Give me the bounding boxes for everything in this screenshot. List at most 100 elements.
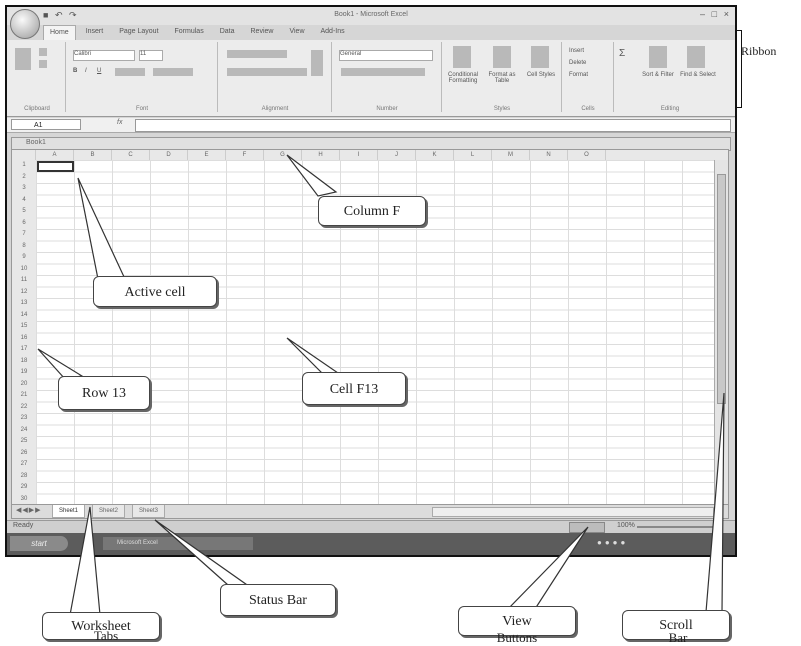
column-header[interactable]: E <box>188 150 226 160</box>
office-button[interactable] <box>10 9 40 39</box>
row-header[interactable]: 3 <box>12 183 36 195</box>
number-format-select[interactable]: General <box>339 50 433 61</box>
column-header[interactable]: L <box>454 150 492 160</box>
underline-icon[interactable]: U <box>97 68 101 74</box>
column-header[interactable]: J <box>378 150 416 160</box>
cut-icon[interactable] <box>39 48 47 56</box>
row-header[interactable]: 6 <box>12 218 36 230</box>
row-header[interactable]: 2 <box>12 172 36 184</box>
sheet-tab-2[interactable]: Sheet2 <box>92 505 126 518</box>
row-header[interactable]: 7 <box>12 229 36 241</box>
insert-cells-button[interactable]: Insert <box>569 48 584 54</box>
row-header[interactable]: 27 <box>12 459 36 471</box>
taskbar-item-excel[interactable]: Microsoft Excel <box>103 537 253 550</box>
row-header[interactable]: 14 <box>12 310 36 322</box>
tab-view[interactable]: View <box>283 25 310 41</box>
minimize-icon[interactable]: – <box>700 9 705 19</box>
italic-icon[interactable]: I <box>85 68 87 74</box>
font-name-select[interactable]: Calibri <box>73 50 135 61</box>
column-header[interactable]: M <box>492 150 530 160</box>
row-header[interactable]: 8 <box>12 241 36 253</box>
row-header[interactable]: 20 <box>12 379 36 391</box>
row-header[interactable]: 1 <box>12 160 36 172</box>
column-header[interactable]: C <box>112 150 150 160</box>
row-header[interactable]: 17 <box>12 344 36 356</box>
paste-icon[interactable] <box>15 48 31 70</box>
column-header[interactable]: D <box>150 150 188 160</box>
start-button[interactable]: start <box>10 536 68 551</box>
autosum-icon[interactable]: Σ <box>619 48 625 59</box>
number-format-icons[interactable] <box>341 68 425 76</box>
align-center-icon[interactable] <box>227 68 307 76</box>
wrap-text-icon[interactable] <box>311 50 323 76</box>
font-color-icon[interactable] <box>153 68 193 76</box>
formula-input[interactable] <box>135 119 731 132</box>
vertical-scrollbar[interactable] <box>714 160 728 505</box>
row-header[interactable]: 26 <box>12 448 36 460</box>
tab-page-layout[interactable]: Page Layout <box>113 25 164 41</box>
view-buttons[interactable] <box>569 522 605 533</box>
row-header[interactable]: 22 <box>12 402 36 414</box>
column-header[interactable]: B <box>74 150 112 160</box>
row-header[interactable]: 15 <box>12 321 36 333</box>
cell-styles-button[interactable]: Cell Styles <box>523 72 559 78</box>
zoom-slider[interactable] <box>637 526 717 528</box>
row-header[interactable]: 28 <box>12 471 36 483</box>
row-header[interactable]: 29 <box>12 482 36 494</box>
maximize-icon[interactable]: □ <box>712 9 717 19</box>
delete-cells-button[interactable]: Delete <box>569 60 586 66</box>
find-select-button[interactable]: Find & Select <box>679 72 717 78</box>
font-size-select[interactable]: 11 <box>139 50 163 61</box>
vertical-scroll-thumb[interactable] <box>717 174 726 404</box>
sheet-nav-arrows-icon[interactable]: ◀◀▶▶ <box>16 506 42 514</box>
row-header[interactable]: 16 <box>12 333 36 345</box>
row-header[interactable]: 23 <box>12 413 36 425</box>
column-header[interactable]: A <box>36 150 74 160</box>
name-box[interactable]: A1 <box>11 119 81 130</box>
column-header[interactable]: I <box>340 150 378 160</box>
column-header[interactable]: K <box>416 150 454 160</box>
column-header[interactable]: G <box>264 150 302 160</box>
conditional-formatting-icon[interactable] <box>453 46 471 68</box>
format-as-table-icon[interactable] <box>493 46 511 68</box>
tab-data[interactable]: Data <box>214 25 241 41</box>
format-cells-button[interactable]: Format <box>569 72 588 78</box>
row-header[interactable]: 9 <box>12 252 36 264</box>
select-all-corner[interactable] <box>12 150 36 160</box>
close-icon[interactable]: × <box>724 9 729 19</box>
row-header[interactable]: 19 <box>12 367 36 379</box>
row-header[interactable]: 10 <box>12 264 36 276</box>
row-header[interactable]: 13 <box>12 298 36 310</box>
bold-icon[interactable]: B <box>73 68 77 74</box>
tab-review[interactable]: Review <box>245 25 280 41</box>
copy-icon[interactable] <box>39 60 47 68</box>
align-top-icon[interactable] <box>227 50 287 58</box>
row-header[interactable]: 5 <box>12 206 36 218</box>
column-header[interactable]: F <box>226 150 264 160</box>
row-header[interactable]: 18 <box>12 356 36 368</box>
conditional-formatting-button[interactable]: Conditional Formatting <box>445 72 481 84</box>
row-header[interactable]: 12 <box>12 287 36 299</box>
column-header[interactable]: O <box>568 150 606 160</box>
tab-home[interactable]: Home <box>43 25 76 41</box>
row-header[interactable]: 4 <box>12 195 36 207</box>
tab-add-ins[interactable]: Add-Ins <box>315 25 351 41</box>
row-header[interactable]: 11 <box>12 275 36 287</box>
sort-filter-button[interactable]: Sort & Filter <box>639 72 677 78</box>
column-header[interactable]: N <box>530 150 568 160</box>
find-select-icon[interactable] <box>687 46 705 68</box>
row-header[interactable]: 25 <box>12 436 36 448</box>
sheet-tab-1[interactable]: Sheet1 <box>52 505 86 518</box>
borders-icon[interactable] <box>115 68 145 76</box>
sort-filter-icon[interactable] <box>649 46 667 68</box>
format-as-table-button[interactable]: Format as Table <box>483 72 521 84</box>
fx-icon[interactable]: fx <box>117 119 122 126</box>
row-header[interactable]: 21 <box>12 390 36 402</box>
sheet-tab-3[interactable]: Sheet3 <box>132 505 166 518</box>
cell-styles-icon[interactable] <box>531 46 549 68</box>
row-header[interactable]: 24 <box>12 425 36 437</box>
tab-formulas[interactable]: Formulas <box>169 25 210 41</box>
active-cell-a1[interactable] <box>37 161 74 172</box>
horizontal-scrollbar[interactable] <box>432 507 714 517</box>
tab-insert[interactable]: Insert <box>80 25 110 41</box>
